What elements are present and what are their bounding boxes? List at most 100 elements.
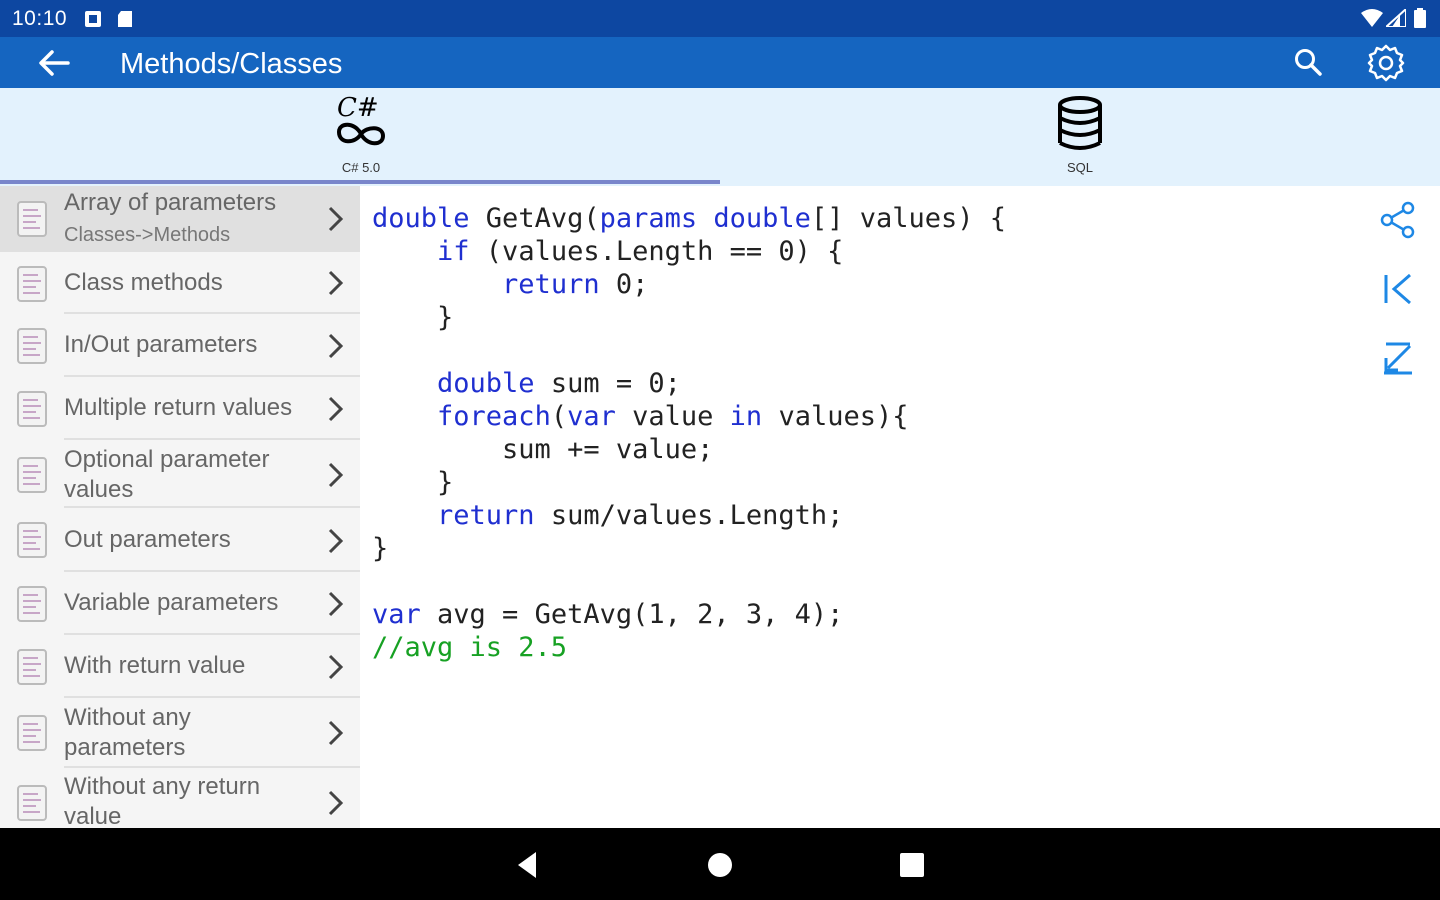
- list-item-array-of-parameters[interactable]: Array of parameters Classes->Methods: [0, 186, 360, 252]
- code-line: var avg = GetAvg(1, 2, 3, 4);: [372, 598, 1006, 631]
- code-line: }: [372, 466, 1006, 499]
- code-text: GetAvg(: [469, 203, 600, 234]
- list-item-with-return-value[interactable]: With return value: [0, 635, 360, 698]
- document-icon: [17, 785, 47, 821]
- chevron-right-icon: [328, 462, 344, 488]
- code-keyword: var: [567, 401, 616, 432]
- list-item-subtitle: Classes->Methods: [64, 224, 231, 246]
- code-keyword: params: [599, 203, 698, 234]
- status-bar: 10:10: [0, 0, 1440, 37]
- code-comment: //avg is 2.5: [372, 632, 568, 663]
- csharp-logo-icon: C#: [336, 93, 386, 146]
- code-line: return 0;: [372, 268, 1006, 301]
- code-text: avg = GetAvg(1, 2, 3, 4);: [420, 599, 844, 630]
- chevron-right-icon: [328, 790, 344, 816]
- code-keyword: return: [502, 269, 600, 300]
- list-item-title: Optional parameter values: [64, 446, 270, 503]
- chevron-right-icon: [328, 206, 344, 232]
- code-block: double GetAvg(params double[] values) { …: [372, 202, 1006, 664]
- list-item-multiple-return-values[interactable]: Multiple return values: [0, 377, 360, 440]
- list-item-title: Array of parameters: [64, 189, 277, 216]
- code-keyword: foreach: [437, 401, 551, 432]
- list-item-title: With return value: [64, 652, 246, 679]
- tab-bar: C# C# 5.0 SQL: [0, 88, 1440, 186]
- document-icon: [17, 266, 47, 302]
- list-item-without-any-return-value[interactable]: Without any return value: [0, 768, 360, 828]
- document-icon: [17, 391, 47, 427]
- chevron-right-icon: [328, 720, 344, 746]
- nav-home-icon[interactable]: [703, 848, 737, 882]
- tab-indicator: [0, 180, 720, 184]
- document-icon: [17, 715, 47, 751]
- list-item-title: In/Out parameters: [64, 331, 258, 358]
- code-keyword: double: [437, 368, 535, 399]
- wifi-icon: [1361, 9, 1383, 27]
- sidebar-list: Array of parameters Classes->Methods Cla…: [0, 186, 360, 828]
- jump-to-first-icon[interactable]: [1376, 267, 1420, 311]
- database-icon: [1058, 96, 1102, 150]
- battery-icon: [1414, 8, 1426, 28]
- list-item-out-parameters[interactable]: Out parameters: [0, 508, 360, 572]
- share-icon[interactable]: [1376, 198, 1420, 242]
- code-text: (: [550, 401, 568, 432]
- list-item-variable-parameters[interactable]: Variable parameters: [0, 572, 360, 635]
- code-line: sum += value;: [372, 433, 1006, 466]
- chevron-right-icon: [328, 396, 344, 422]
- code-text: value: [615, 401, 730, 432]
- chevron-right-icon: [328, 270, 344, 296]
- chevron-right-icon: [328, 654, 344, 680]
- code-line: }: [372, 532, 1006, 565]
- document-icon: [17, 328, 47, 364]
- list-item-in-out-parameters[interactable]: In/Out parameters: [0, 314, 360, 377]
- code-text: }: [372, 467, 454, 498]
- code-line: if (values.Length == 0) {: [372, 235, 1006, 268]
- code-keyword: double: [372, 203, 470, 234]
- code-text: sum += value;: [372, 434, 714, 465]
- code-line: }: [372, 301, 1006, 334]
- document-icon: [17, 522, 47, 558]
- list-item-title: Without any return value: [64, 773, 261, 828]
- tab-csharp[interactable]: C# C# 5.0: [0, 88, 720, 186]
- nav-back-icon[interactable]: [510, 848, 544, 882]
- code-text: [] values) {: [810, 203, 1007, 234]
- list-item-optional-parameter-values[interactable]: Optional parameter values: [0, 440, 360, 508]
- back-arrow-icon[interactable]: [36, 47, 72, 79]
- code-text: sum/values.Length;: [534, 500, 844, 531]
- code-keyword: if: [437, 236, 470, 267]
- list-item-title: Out parameters: [64, 526, 231, 553]
- code-text: 0;: [599, 269, 649, 300]
- document-icon: [17, 649, 47, 685]
- status-time: 10:10: [12, 7, 68, 30]
- list-item-class-methods[interactable]: Class methods: [0, 252, 360, 314]
- settings-icon[interactable]: [1366, 43, 1406, 83]
- code-text: (values.Length == 0) {: [469, 236, 844, 267]
- jump-to-last-icon[interactable]: [1376, 336, 1420, 380]
- code-line: //avg is 2.5: [372, 631, 1006, 664]
- sd-card-icon: [118, 11, 132, 27]
- list-item-without-any-parameters[interactable]: Without any parameters: [0, 698, 360, 768]
- tab-csharp-label: C# 5.0: [341, 160, 381, 175]
- page-title: Methods/Classes: [120, 48, 343, 80]
- svg-text:C#: C#: [337, 93, 379, 123]
- tab-sql-label: SQL: [1066, 160, 1093, 175]
- search-icon[interactable]: [1288, 43, 1328, 83]
- document-icon: [17, 457, 47, 493]
- code-keyword: in: [729, 401, 763, 432]
- list-item-title: Without any parameters: [64, 704, 191, 761]
- chevron-right-icon: [328, 528, 344, 554]
- code-line: double sum = 0;: [372, 367, 1006, 400]
- app-bar: Methods/Classes: [0, 37, 1440, 88]
- navigation-bar: [0, 828, 1440, 900]
- chevron-right-icon: [328, 591, 344, 617]
- nav-recents-icon[interactable]: [895, 848, 929, 882]
- document-icon: [17, 201, 47, 237]
- tab-sql[interactable]: SQL: [720, 88, 1440, 186]
